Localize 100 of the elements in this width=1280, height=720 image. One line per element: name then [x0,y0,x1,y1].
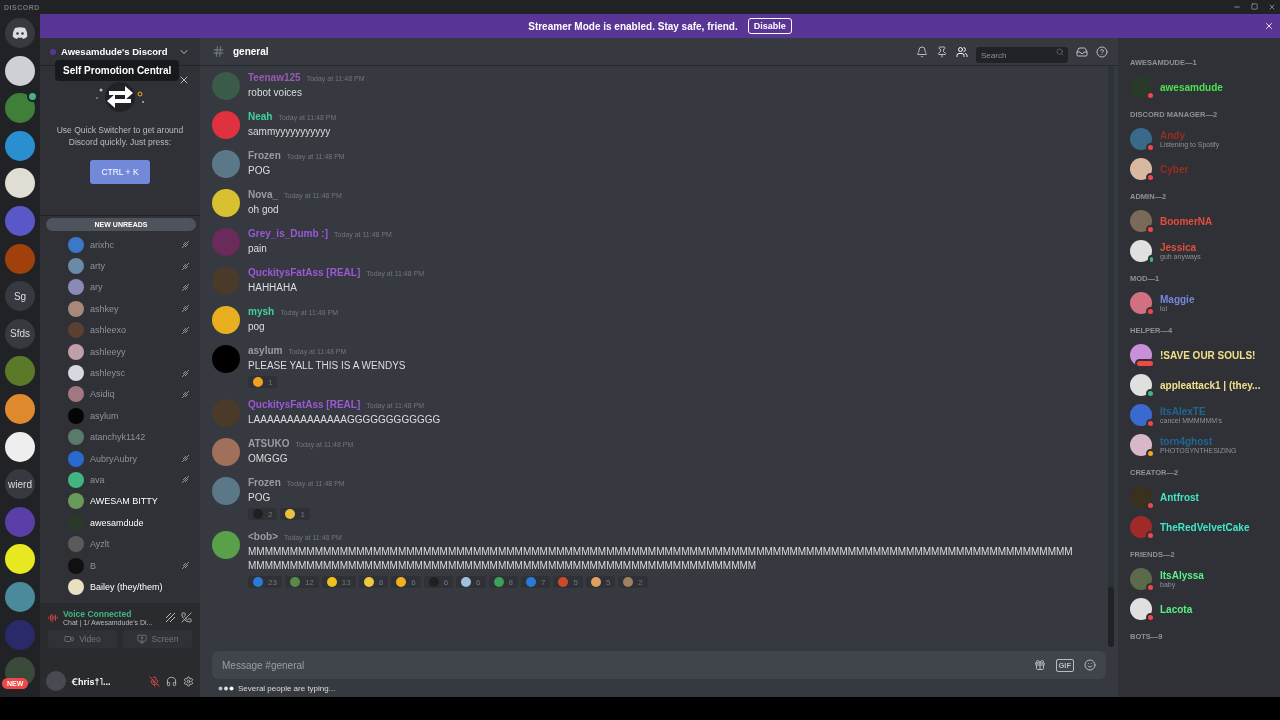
message-author[interactable]: asylum [248,345,283,356]
message-text: pain [248,242,268,256]
server-icon[interactable]: Sg [5,281,35,312]
member-avatar[interactable] [1130,434,1152,456]
voice-user-name[interactable]: ashleeyy [90,346,190,357]
reaction-chip[interactable]: 2 [618,576,648,588]
message-author[interactable]: Grey_is_Dumb :] [248,228,329,239]
voice-user-name[interactable]: asylum [90,410,190,421]
status-badge [1146,419,1155,428]
message-author[interactable]: QuckitysFatAss [REAL] [248,267,361,278]
member-avatar[interactable] [1130,598,1152,620]
bell-icon[interactable] [916,45,928,58]
mic-muted-icon[interactable] [149,675,160,687]
server-icon[interactable] [5,55,35,86]
message-author[interactable]: Nova_ [248,189,278,200]
member-name[interactable]: awesamdude [1160,81,1223,93]
member-avatar[interactable] [1130,240,1152,262]
reaction-chip[interactable]: 5 [553,576,583,588]
shortcut-button[interactable]: CTRL + K [90,160,150,184]
voice-user-name[interactable]: AWESAM BITTY [90,496,190,507]
server-icon[interactable] [5,544,35,575]
member-name[interactable]: ItsAlyssa [1160,570,1204,581]
member-avatar[interactable] [1130,158,1152,180]
close-icon[interactable] [178,74,190,86]
reaction-chip[interactable]: 12 [284,576,319,588]
user-avatar[interactable] [212,189,240,217]
member-name[interactable]: !SAVE OUR SOULS! [1160,349,1256,361]
member-name[interactable]: appleattack1 | (they... [1160,379,1261,391]
message-author[interactable]: Frozen [248,150,281,161]
message-author[interactable]: mysh [248,306,275,317]
voice-user-name[interactable]: arixhc [90,239,175,250]
message-author[interactable]: Frozen [248,477,281,488]
disable-button[interactable]: Disable [747,18,792,34]
noise-suppression-icon[interactable] [165,612,176,623]
server-icon[interactable]: Sfds [5,318,35,349]
message-author[interactable]: Teenaw125 [248,72,301,83]
discord-logo-icon [12,27,28,39]
reaction-chip[interactable]: 7 [521,576,551,588]
voice-user-name[interactable]: B [90,560,175,571]
user-avatar[interactable] [212,531,240,559]
status-badge [1146,91,1155,100]
member-name[interactable]: Jessica [1160,242,1201,253]
reaction-chip[interactable]: 6 [423,576,454,588]
scrollbar[interactable] [1108,66,1114,647]
close-icon[interactable] [1268,3,1276,11]
member-name[interactable]: Lacota [1160,603,1193,615]
member-name[interactable]: Antfrost [1160,491,1199,503]
message-author[interactable]: <bob> [248,531,278,542]
voice-user-name[interactable]: atanchyk1142 [90,432,190,443]
message-text: HAHHAHA [248,281,298,295]
gift-icon[interactable] [1033,659,1046,671]
message-author[interactable]: ATSUKO [248,438,290,449]
message-text: oh god [248,203,280,217]
member-avatar[interactable] [1130,374,1152,396]
voice-user-name[interactable]: Asidiq [90,389,175,400]
server-icon[interactable]: wierd [5,469,35,500]
signal-icon [48,612,58,623]
voice-user-name[interactable]: ava [90,475,175,485]
voice-user-name[interactable]: Bailey (they/them) [90,581,190,592]
status-badge [1148,255,1155,264]
video-button[interactable]: Video [48,630,117,648]
maximize-icon[interactable] [1251,3,1258,10]
voice-user-name[interactable]: ashkey [90,303,175,314]
member-name[interactable]: TheRedVelvetCake [1160,521,1250,533]
voice-user-name[interactable]: AubryAubry [90,453,175,464]
reaction-chip[interactable]: 5 [585,576,616,588]
user-avatar[interactable] [212,438,240,466]
server-icon[interactable] [5,393,35,424]
member-name[interactable]: BoomerNA [1160,215,1213,227]
message-author[interactable]: QuckitysFatAss [REAL] [248,399,361,410]
voice-user-name[interactable]: ary [90,282,175,293]
screen-icon [136,634,147,644]
member-name[interactable]: Maggie [1160,294,1195,305]
inbox-icon[interactable] [1076,45,1088,58]
close-icon[interactable] [1264,21,1274,31]
pin-icon[interactable] [936,45,948,58]
server-icon[interactable] [5,168,35,199]
voice-user-name[interactable]: arty [90,261,175,272]
voice-user-name[interactable]: awesamdude [90,517,190,528]
reaction-chip[interactable]: 1 [248,376,278,388]
member-avatar[interactable] [1130,344,1152,366]
search-icon [1056,47,1064,56]
disconnect-icon[interactable] [181,612,192,623]
scroll-thumb[interactable] [1108,587,1114,647]
settings-icon[interactable] [183,675,194,687]
server-icon[interactable] [5,431,35,462]
help-icon[interactable] [1096,45,1108,58]
emoji-icon[interactable] [1084,659,1096,671]
voice-user-name[interactable]: Ayzlt [90,539,190,550]
server-icon[interactable] [5,93,35,124]
voice-user-name[interactable]: ashleexo [90,325,175,336]
home-button[interactable] [5,18,35,48]
members-icon[interactable] [956,45,968,58]
message-author[interactable]: Neah [248,111,273,122]
headphones-icon[interactable] [166,675,177,687]
voice-user-name[interactable]: ashleysc [90,368,175,379]
reaction-chip[interactable]: 6 [456,576,486,588]
search-field[interactable]: Search [976,47,1068,63]
screen-share-button[interactable]: Screen [123,630,192,648]
user-avatar[interactable] [212,306,240,334]
